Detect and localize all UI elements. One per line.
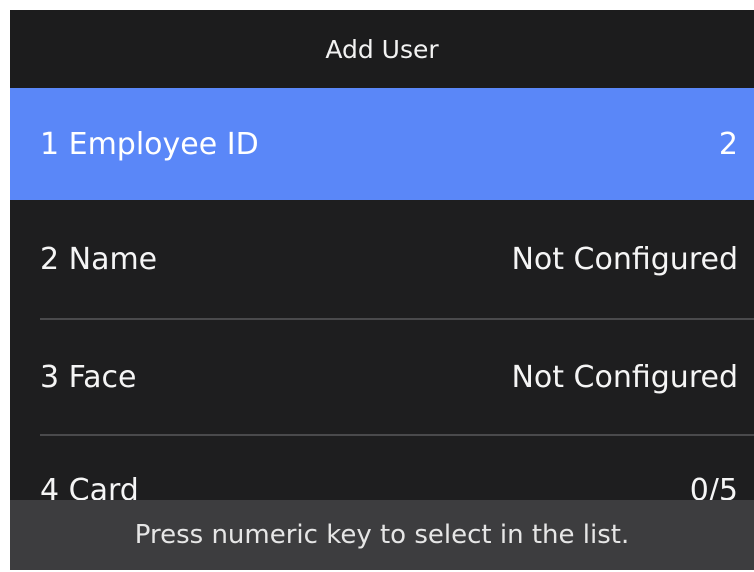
menu-item-label: 1 Employee ID: [40, 126, 259, 162]
menu-item-employee-id[interactable]: 1 Employee ID 2: [10, 88, 754, 200]
menu-item-value: 0/5: [689, 472, 738, 501]
menu-item-label: 3 Face: [40, 359, 137, 395]
menu-item-name[interactable]: 2 Name Not Configured: [10, 200, 754, 318]
device-screen: Add User 1 Employee ID 2 2 Name Not Conf…: [10, 10, 754, 570]
menu-item-label: 2 Name: [40, 241, 158, 277]
menu-item-value: 2: [718, 126, 738, 162]
menu-item-face[interactable]: 3 Face Not Configured: [10, 320, 754, 434]
menu-item-card[interactable]: 4 Card 0/5: [10, 436, 754, 501]
title-bar: Add User: [10, 10, 754, 88]
hint-text: Press numeric key to select in the list.: [134, 520, 630, 550]
menu-item-value: Not Configured: [511, 241, 738, 277]
menu-item-label: 4 Card: [40, 472, 139, 501]
user-field-list: 1 Employee ID 2 2 Name Not Configured 3 …: [10, 88, 754, 500]
page-title: Add User: [325, 34, 439, 64]
menu-item-value: Not Configured: [511, 359, 738, 395]
hint-bar: Press numeric key to select in the list.: [10, 500, 754, 570]
